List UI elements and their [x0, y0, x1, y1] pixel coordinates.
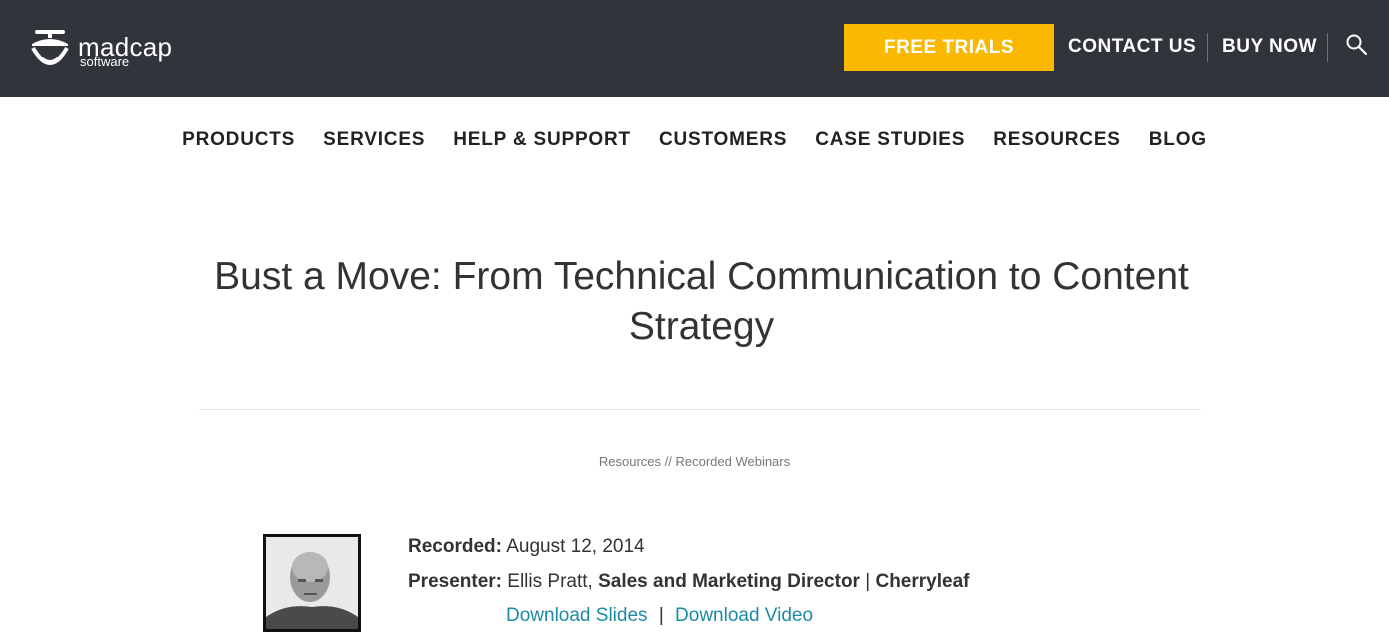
- breadcrumb-resources-link[interactable]: Resources: [599, 454, 661, 469]
- nav-services[interactable]: SERVICES: [323, 129, 425, 151]
- download-separator: |: [658, 605, 664, 626]
- presenter-separator: |: [865, 571, 871, 592]
- nav-help-support[interactable]: HELP & SUPPORT: [453, 129, 631, 151]
- presenter-company: Cherryleaf: [875, 571, 970, 592]
- search-icon[interactable]: [1345, 33, 1369, 57]
- presenter-role: Sales and Marketing Director: [598, 571, 860, 592]
- download-slides-link[interactable]: Download Slides: [506, 605, 648, 626]
- nav-customers[interactable]: CUSTOMERS: [659, 129, 787, 151]
- contact-us-link[interactable]: CONTACT US: [1068, 36, 1196, 58]
- main-nav: PRODUCTS SERVICES HELP & SUPPORT CUSTOME…: [0, 129, 1389, 151]
- presenter-name: Ellis Pratt,: [507, 571, 593, 592]
- download-links: Download Slides | Download Video: [506, 605, 813, 627]
- madcap-logo[interactable]: madcap software: [28, 28, 188, 74]
- nav-products[interactable]: PRODUCTS: [182, 129, 295, 151]
- nav-resources[interactable]: RESOURCES: [993, 129, 1121, 151]
- breadcrumb-separator: //: [661, 454, 676, 469]
- webinar-details: Recorded: August 12, 2014 Presenter: Ell…: [408, 536, 969, 606]
- nav-case-studies[interactable]: CASE STUDIES: [815, 129, 965, 151]
- recorded-label: Recorded:: [408, 536, 502, 557]
- top-header: madcap software FREE TRIALS CONTACT US B…: [0, 0, 1389, 97]
- page-title: Bust a Move: From Technical Communicatio…: [214, 255, 1189, 348]
- nav-blog[interactable]: BLOG: [1149, 129, 1207, 151]
- header-divider: [1207, 33, 1208, 62]
- presenter-row: Presenter: Ellis Pratt, Sales and Market…: [408, 571, 969, 606]
- presenter-label: Presenter:: [408, 571, 502, 592]
- header-divider: [1327, 33, 1328, 62]
- recorded-date: August 12, 2014: [506, 536, 645, 557]
- title-divider: [199, 409, 1201, 410]
- presenter-photo: [263, 534, 361, 632]
- logo-mark-icon: [31, 30, 69, 65]
- buy-now-link[interactable]: BUY NOW: [1222, 36, 1317, 58]
- breadcrumb-recorded-webinars-link[interactable]: Recorded Webinars: [675, 454, 790, 469]
- breadcrumb: Resources // Recorded Webinars: [0, 454, 1389, 469]
- logo-sub: software: [80, 54, 130, 69]
- free-trials-button[interactable]: FREE TRIALS: [844, 24, 1054, 71]
- recorded-row: Recorded: August 12, 2014: [408, 536, 969, 571]
- download-video-link[interactable]: Download Video: [675, 605, 813, 626]
- presenter-portrait-icon: [266, 537, 358, 629]
